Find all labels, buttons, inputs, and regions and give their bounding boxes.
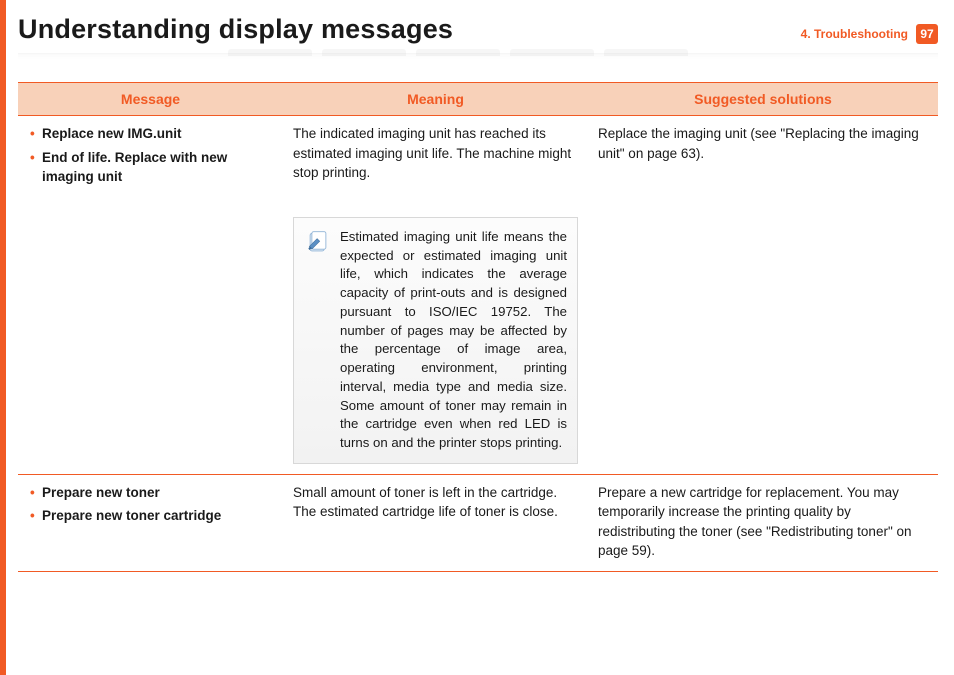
note-text: Estimated imaging unit life means the ex… <box>340 228 567 453</box>
cell-meaning: Small amount of toner is left in the car… <box>283 474 588 571</box>
header-divider <box>18 53 938 59</box>
table-header-row: Message Meaning Suggested solutions <box>18 83 938 116</box>
cell-meaning: The indicated imaging unit has reached i… <box>283 116 588 475</box>
left-accent-bar <box>0 0 6 675</box>
breadcrumb: 4. Troubleshooting 97 <box>801 24 938 44</box>
cell-message: Prepare new toner Prepare new toner cart… <box>18 474 283 571</box>
col-header-message: Message <box>18 83 283 116</box>
message-list: Replace new IMG.unit End of life. Replac… <box>28 124 273 187</box>
list-item: Prepare new toner cartridge <box>28 506 273 526</box>
meaning-text: The indicated imaging unit has reached i… <box>293 124 578 183</box>
cell-message: Replace new IMG.unit End of life. Replac… <box>18 116 283 475</box>
page-title: Understanding display messages <box>18 14 453 45</box>
cell-solution: Prepare a new cartridge for replacement.… <box>588 474 938 571</box>
list-item: Replace new IMG.unit <box>28 124 273 144</box>
note-callout: Estimated imaging unit life means the ex… <box>293 217 578 464</box>
message-list: Prepare new toner Prepare new toner cart… <box>28 483 273 526</box>
table-row: Prepare new toner Prepare new toner cart… <box>18 474 938 571</box>
messages-table: Message Meaning Suggested solutions Repl… <box>18 82 938 572</box>
table-row: Replace new IMG.unit End of life. Replac… <box>18 116 938 475</box>
cell-solution: Replace the imaging unit (see "Replacing… <box>588 116 938 475</box>
col-header-meaning: Meaning <box>283 83 588 116</box>
note-icon <box>304 228 332 258</box>
section-label: 4. Troubleshooting <box>801 27 908 41</box>
list-item: End of life. Replace with new imaging un… <box>28 148 273 187</box>
list-item: Prepare new toner <box>28 483 273 503</box>
page-number-badge: 97 <box>916 24 938 44</box>
page-header: Understanding display messages 4. Troubl… <box>18 14 938 45</box>
col-header-solutions: Suggested solutions <box>588 83 938 116</box>
